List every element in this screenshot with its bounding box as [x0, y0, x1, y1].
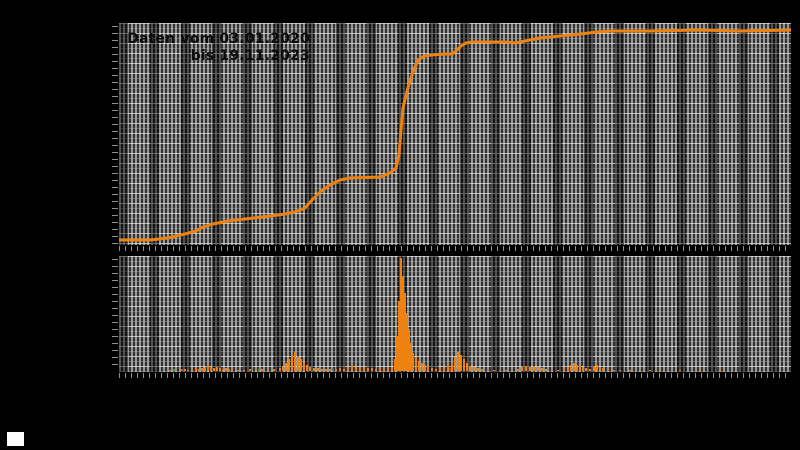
- daily-bar-chart: [169, 258, 721, 371]
- date-range-line2: bis 19.11.2023: [190, 48, 310, 64]
- y-axis-ticks-top: [112, 26, 118, 244]
- date-range-line1: Daten vom 03.01.2020: [127, 31, 310, 47]
- x-axis-ticks-bottom: [119, 373, 791, 378]
- date-range-annotation: Daten vom 03.01.2020 bis 19.11.2023: [127, 31, 310, 65]
- daily-bars-panel: [119, 256, 791, 372]
- y-axis-ticks-bottom: [112, 259, 118, 371]
- white-corner-marker: [7, 432, 24, 446]
- x-axis-ticks-top: [119, 246, 791, 251]
